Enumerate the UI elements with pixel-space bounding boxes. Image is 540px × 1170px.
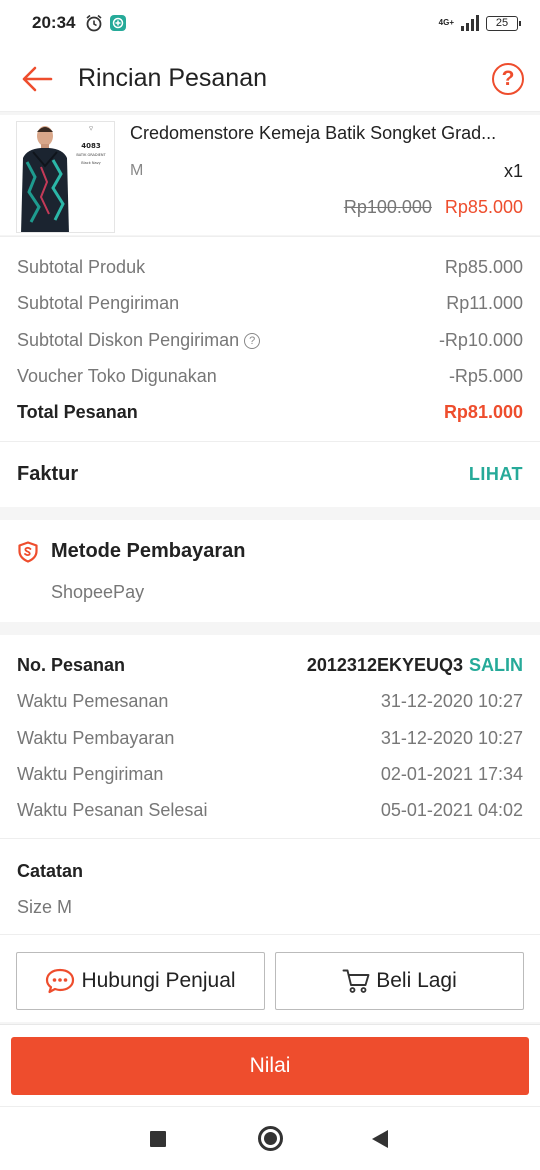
summary-label: Subtotal Diskon Pengiriman — [17, 330, 240, 350]
total-value: Rp81.000 — [443, 402, 523, 422]
notes-label: Catatan — [17, 861, 84, 881]
system-navigation-bar — [0, 1106, 540, 1170]
cart-icon — [342, 969, 370, 993]
product-image: ▽ 4083 BATIK GRADIENT Black Navy — [17, 122, 114, 232]
order-time-label: Waktu Pemesanan — [17, 691, 169, 711]
order-time-row: Waktu Pengiriman 02-01-2021 17:34 — [17, 764, 523, 785]
bottom-bar: Nilai — [0, 1024, 540, 1106]
help-button[interactable]: ? — [492, 62, 524, 95]
summary-value: -Rp10.000 — [438, 330, 523, 350]
invoice-row: Faktur LIHAT — [0, 441, 540, 507]
order-time-row: Waktu Pemesanan 31-12-2020 10:27 — [17, 691, 523, 712]
notes-text: Size M — [17, 897, 73, 917]
invoice-label: Faktur — [17, 463, 79, 485]
order-time-label: Waktu Pesanan Selesai — [17, 800, 208, 820]
thumbnail-line3: Black Navy — [81, 161, 101, 165]
order-time-row: Waktu Pembayaran 31-12-2020 10:27 — [17, 728, 523, 749]
battery-icon: 25 — [486, 15, 521, 31]
shield-payment-icon — [18, 540, 38, 563]
notes-section: Catatan Size M — [0, 838, 540, 934]
payment-method-section: Metode Pembayaran ShopeePay — [0, 520, 540, 622]
back-triangle-icon[interactable] — [372, 1130, 388, 1148]
payment-method-value: ShopeePay — [51, 582, 145, 602]
app-bar: Rincian Pesanan ? — [0, 46, 540, 112]
page-title: Rincian Pesanan — [78, 64, 268, 92]
payment-method-label: Metode Pembayaran — [51, 540, 246, 562]
summary-row: Subtotal Diskon Pengiriman? -Rp10.000 — [17, 330, 523, 351]
alarm-icon — [86, 14, 102, 32]
order-time-value: 31-12-2020 10:27 — [380, 691, 523, 711]
thumbnail-code: 4083 — [81, 142, 101, 150]
signal-icon — [461, 15, 479, 31]
order-time-value: 31-12-2020 10:27 — [380, 728, 523, 748]
summary-value: Rp11.000 — [446, 293, 523, 313]
contact-seller-label: Hubungi Penjual — [81, 969, 236, 992]
recent-apps-icon[interactable] — [150, 1131, 166, 1147]
summary-label: Voucher Toko Digunakan — [17, 366, 217, 386]
status-time: 20:34 — [32, 13, 76, 32]
order-number: 2012312EKYEUQ3 — [306, 655, 463, 675]
status-bar: 20:34 4G+ 25 — [0, 0, 540, 46]
order-time-value: 02-01-2021 17:34 — [380, 764, 523, 784]
order-time-label: Waktu Pengiriman — [17, 764, 164, 784]
total-label: Total Pesanan — [17, 402, 138, 422]
order-time-label: Waktu Pembayaran — [17, 728, 175, 748]
total-row: Total Pesanan Rp81.000 — [17, 402, 523, 423]
order-time-value: 05-01-2021 04:02 — [380, 800, 523, 820]
discounted-price: Rp85.000 — [444, 197, 523, 217]
chat-icon — [46, 968, 75, 994]
buy-again-label: Beli Lagi — [376, 969, 457, 992]
summary-row: Subtotal Produk Rp85.000 — [17, 257, 523, 278]
network-type: 4G+ — [438, 18, 454, 27]
summary-value: Rp85.000 — [444, 257, 523, 277]
original-price: Rp100.000 — [343, 197, 432, 217]
summary-label: Subtotal Pengiriman — [17, 293, 180, 313]
view-invoice-link[interactable]: LIHAT — [469, 464, 523, 485]
back-button[interactable] — [0, 46, 70, 112]
product-quantity: x1 — [503, 161, 523, 181]
arrow-left-icon — [22, 66, 53, 91]
product-thumbnail: ▽ 4083 BATIK GRADIENT Black Navy — [16, 121, 115, 233]
copy-order-number-button[interactable]: SALIN — [469, 655, 523, 675]
order-time-row: Waktu Pesanan Selesai 05-01-2021 04:02 — [17, 800, 523, 821]
question-circle-icon[interactable]: ? — [244, 333, 261, 349]
svg-text:▽: ▽ — [89, 126, 93, 132]
rate-button[interactable]: Nilai — [11, 1037, 529, 1095]
summary-row: Subtotal Pengiriman Rp11.000 — [17, 293, 523, 314]
summary-row: Voucher Toko Digunakan -Rp5.000 — [17, 366, 523, 387]
buy-again-button[interactable]: Beli Lagi — [275, 952, 524, 1010]
summary-value: -Rp5.000 — [448, 366, 523, 386]
product-item[interactable]: ▽ 4083 BATIK GRADIENT Black Navy Credome… — [0, 115, 540, 235]
summary-label: Subtotal Produk — [17, 257, 146, 277]
order-number-label: No. Pesanan — [17, 655, 126, 675]
product-variant: M — [130, 162, 144, 179]
contact-seller-button[interactable]: Hubungi Penjual — [16, 952, 265, 1010]
app-notification-icon — [110, 15, 127, 31]
action-buttons: Hubungi Penjual Beli Lagi — [0, 934, 540, 1022]
help-icon: ? — [501, 66, 515, 90]
product-name: Credomenstore Kemeja Batik Songket Grad.… — [130, 123, 497, 143]
home-icon[interactable] — [258, 1126, 283, 1151]
order-summary: Subtotal Produk Rp85.000 Subtotal Pengir… — [0, 236, 540, 441]
order-info-section: No. Pesanan 2012312EKYEUQ3 SALIN Waktu Pe… — [0, 635, 540, 838]
product-prices: Rp100.000 Rp85.000 — [344, 197, 523, 218]
order-number-row: No. Pesanan 2012312EKYEUQ3 SALIN — [17, 655, 523, 676]
thumbnail-line2: BATIK GRADIENT — [76, 153, 106, 157]
